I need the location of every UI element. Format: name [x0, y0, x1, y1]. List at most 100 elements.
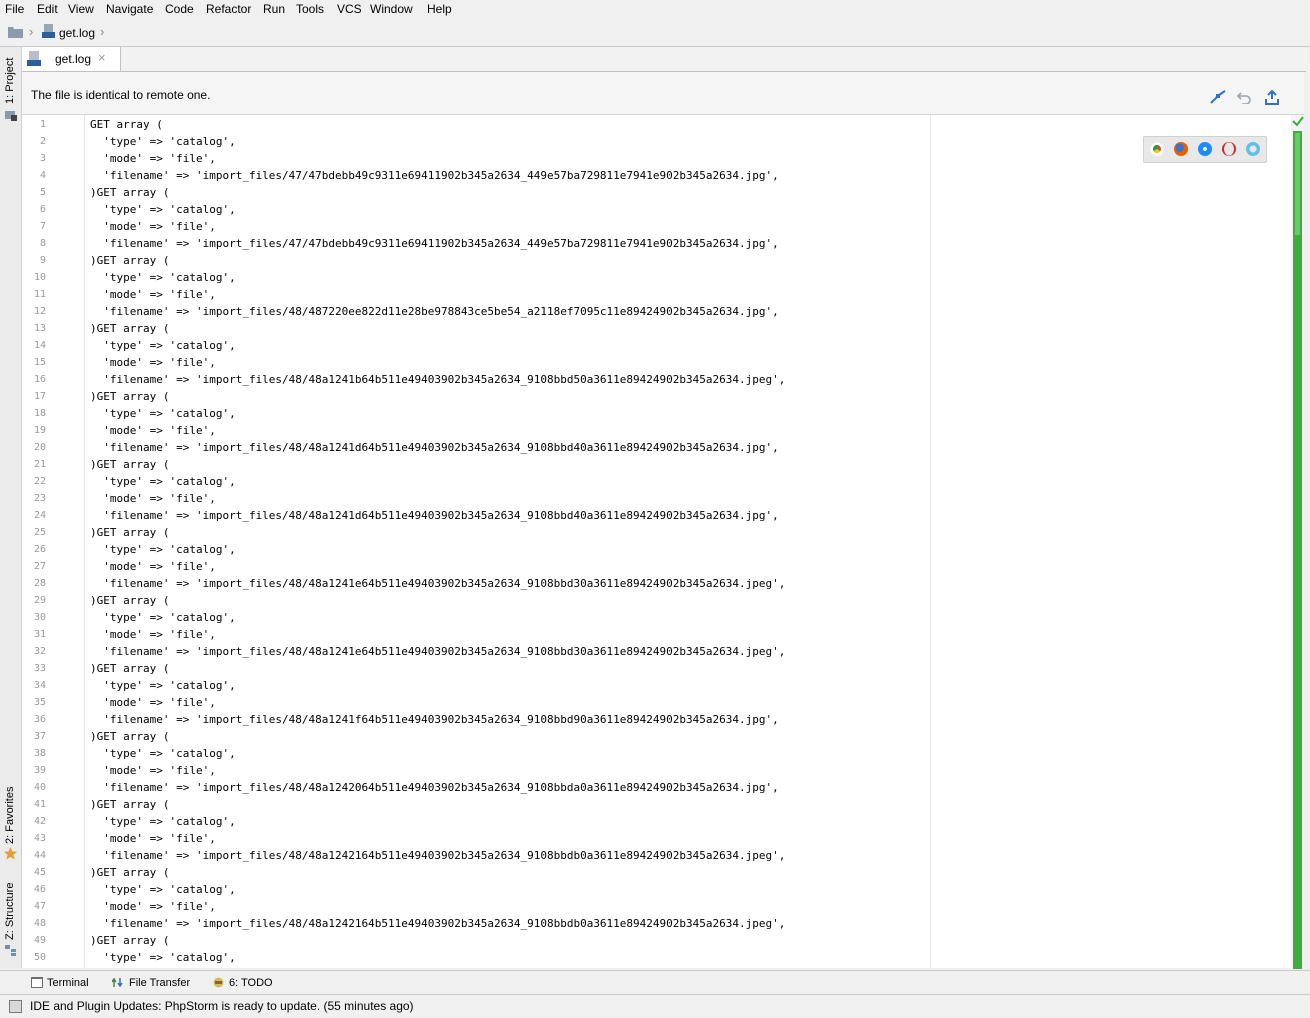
code-line[interactable]: 'mode' => 'file',: [90, 694, 216, 711]
line-number: 35: [33, 697, 46, 708]
terminal-button[interactable]: Terminal: [47, 977, 89, 989]
code-line[interactable]: 'filename' => 'import_files/47/47bdebb49…: [90, 167, 779, 184]
code-line[interactable]: 'mode' => 'file',: [90, 286, 216, 303]
line-number: 22: [33, 476, 46, 487]
structure-tool-button[interactable]: Z: Structure: [4, 883, 16, 940]
line-number: 3: [39, 153, 46, 164]
menu-view[interactable]: View: [68, 2, 94, 16]
file-transfer-button[interactable]: File Transfer: [129, 977, 190, 989]
code-line[interactable]: 'mode' => 'file',: [90, 422, 216, 439]
revert-icon[interactable]: [1237, 91, 1252, 104]
upload-icon[interactable]: [1265, 90, 1279, 105]
line-number: 16: [33, 374, 46, 385]
code-line[interactable]: 'type' => 'catalog',: [90, 405, 235, 422]
firefox-icon[interactable]: [1174, 142, 1188, 156]
code-line[interactable]: 'mode' => 'file',: [90, 558, 216, 575]
tab-get-log[interactable]: get.log ×: [22, 47, 121, 71]
code-line[interactable]: 'type' => 'catalog',: [90, 677, 235, 694]
code-line[interactable]: 'type' => 'catalog',: [90, 201, 235, 218]
breadcrumb-file[interactable]: get.log: [59, 26, 95, 40]
code-line[interactable]: )GET array (: [90, 388, 169, 405]
code-line[interactable]: 'filename' => 'import_files/48/48a1241e6…: [90, 643, 785, 660]
menu-vcs[interactable]: VCS: [337, 2, 362, 16]
menu-help[interactable]: Help: [427, 2, 452, 16]
menu-window[interactable]: Window: [370, 2, 413, 16]
code-line[interactable]: 'filename' => 'import_files/48/48a1241d6…: [90, 507, 779, 524]
menu-file[interactable]: File: [5, 2, 24, 16]
status-toggle-icon[interactable]: [9, 1000, 22, 1013]
code-line[interactable]: 'mode' => 'file',: [90, 150, 216, 167]
line-number: 43: [33, 833, 46, 844]
tab-label: get.log: [55, 52, 92, 66]
code-line[interactable]: 'type' => 'catalog',: [90, 269, 235, 286]
code-line[interactable]: 'mode' => 'file',: [90, 762, 216, 779]
close-icon[interactable]: ×: [98, 50, 106, 65]
code-line[interactable]: )GET array (: [90, 320, 169, 337]
menu-code[interactable]: Code: [165, 2, 194, 16]
line-number: 4: [39, 170, 46, 181]
chrome-icon[interactable]: [1150, 142, 1164, 156]
code-line[interactable]: )GET array (: [90, 864, 169, 881]
code-line[interactable]: 'type' => 'catalog',: [90, 473, 235, 490]
code-line[interactable]: 'type' => 'catalog',: [90, 949, 235, 966]
internet-explorer-icon[interactable]: [1246, 142, 1260, 156]
code-line[interactable]: 'filename' => 'import_files/48/48a1241d6…: [90, 439, 779, 456]
scrollbar-highlight: [1295, 133, 1300, 235]
line-number: 49: [33, 935, 46, 946]
code-line[interactable]: 'filename' => 'import_files/48/48a124216…: [90, 915, 785, 932]
code-line[interactable]: 'mode' => 'file',: [90, 626, 216, 643]
code-line[interactable]: 'filename' => 'import_files/48/48a124216…: [90, 847, 785, 864]
code-line[interactable]: )GET array (: [90, 456, 169, 473]
code-line[interactable]: 'mode' => 'file',: [90, 490, 216, 507]
code-line[interactable]: 'type' => 'catalog',: [90, 745, 235, 762]
code-line[interactable]: 'filename' => 'import_files/48/48a124206…: [90, 779, 779, 796]
code-line[interactable]: 'mode' => 'file',: [90, 354, 216, 371]
line-number: 27: [33, 561, 46, 572]
code-line[interactable]: 'filename' => 'import_files/47/47bdebb49…: [90, 235, 779, 252]
compare-icon[interactable]: [1210, 90, 1226, 104]
code-line[interactable]: )GET array (: [90, 932, 169, 949]
line-number: 46: [33, 884, 46, 895]
code-editor[interactable]: 1 2 3 4 5 6 7 8 9 10 11 12 13 14 15 16 17 18 19 20 21 22 23 24 2…: [22, 115, 1291, 968]
code-line[interactable]: 'type' => 'catalog',: [90, 337, 235, 354]
line-number: 5: [39, 187, 46, 198]
line-number: 32: [33, 646, 46, 657]
code-line[interactable]: )GET array (: [90, 592, 169, 609]
menu-edit[interactable]: Edit: [37, 2, 58, 16]
code-line[interactable]: 'filename' => 'import_files/48/48a1241f6…: [90, 711, 779, 728]
scrollbar-thumb[interactable]: [1293, 131, 1302, 969]
code-line[interactable]: )GET array (: [90, 184, 169, 201]
code-line[interactable]: 'type' => 'catalog',: [90, 541, 235, 558]
status-message[interactable]: IDE and Plugin Updates: PhpStorm is read…: [30, 999, 414, 1013]
terminal-icon: [31, 977, 43, 988]
menu-run[interactable]: Run: [263, 2, 285, 16]
code-line[interactable]: )GET array (: [90, 660, 169, 677]
code-line[interactable]: )GET array (: [90, 728, 169, 745]
line-number: 33: [33, 663, 46, 674]
menu-tools[interactable]: Tools: [296, 2, 324, 16]
code-line[interactable]: 'mode' => 'file',: [90, 218, 216, 235]
menu-navigate[interactable]: Navigate: [106, 2, 153, 16]
code-line[interactable]: 'mode' => 'file',: [90, 898, 216, 915]
code-line[interactable]: 'type' => 'catalog',: [90, 813, 235, 830]
menu-refactor[interactable]: Refactor: [206, 2, 251, 16]
code-line[interactable]: 'type' => 'catalog',: [90, 133, 235, 150]
code-line[interactable]: )GET array (: [90, 252, 169, 269]
code-line[interactable]: 'filename' => 'import_files/48/487220ee8…: [90, 303, 779, 320]
code-line[interactable]: )GET array (: [90, 524, 169, 541]
safari-icon[interactable]: [1198, 142, 1212, 156]
code-line[interactable]: 'type' => 'catalog',: [90, 881, 235, 898]
opera-icon[interactable]: [1222, 142, 1236, 156]
code-line[interactable]: 'type' => 'catalog',: [90, 609, 235, 626]
code-line[interactable]: 'filename' => 'import_files/48/48a1241e6…: [90, 575, 785, 592]
code-line[interactable]: 'mode' => 'file',: [90, 830, 216, 847]
code-line[interactable]: GET array (: [90, 116, 163, 133]
line-number: 38: [33, 748, 46, 759]
folder-icon[interactable]: [8, 26, 23, 38]
line-number: 37: [33, 731, 46, 742]
todo-button[interactable]: 6: TODO: [229, 977, 273, 989]
project-tool-button[interactable]: 1: Project: [4, 58, 16, 104]
code-line[interactable]: 'filename' => 'import_files/48/48a1241b6…: [90, 371, 785, 388]
favorites-tool-button[interactable]: 2: Favorites: [4, 787, 16, 844]
code-line[interactable]: )GET array (: [90, 796, 169, 813]
